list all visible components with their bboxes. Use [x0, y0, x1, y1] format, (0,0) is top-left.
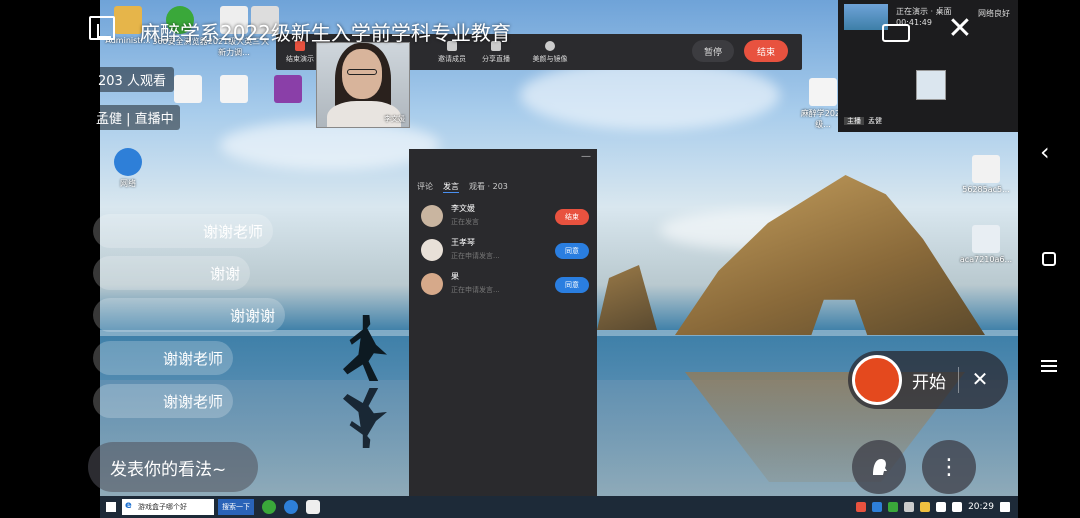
taskbar-app-icon[interactable] [284, 500, 298, 514]
taskbar-search-button[interactable]: 搜索一下 [218, 499, 254, 515]
danmaku-item: 谢谢 [93, 256, 250, 290]
pause-button[interactable]: 暂停 [692, 40, 734, 62]
avatar [421, 239, 443, 261]
mic-head-icon[interactable] [852, 440, 906, 494]
runner-silhouette [343, 315, 387, 381]
mini-host-tag: 主播 孟健 [844, 116, 882, 126]
tray-icon[interactable] [904, 502, 915, 512]
tab-comments[interactable]: 评论 [417, 181, 433, 193]
danmaku-item: 谢谢老师 [93, 341, 233, 375]
desktop-icon-image-1[interactable]: 56285ac5... [958, 155, 1014, 194]
mini-screen-preview[interactable]: 正在演示 · 桌面 00:41:49 网络良好 主播 孟健 [838, 0, 1018, 132]
avatar [421, 205, 443, 227]
record-close-icon[interactable]: ✕ [966, 363, 994, 395]
small-rock [597, 265, 657, 330]
desktop-icon-doc-3[interactable] [206, 75, 262, 105]
tray-icon[interactable] [856, 502, 867, 512]
system-tray: 20:29 [856, 502, 1018, 512]
arch-rock [675, 175, 985, 335]
record-label[interactable]: 开始 [912, 368, 946, 393]
windows-taskbar: 游戏盒子哪个好 搜索一下 20:29 [100, 496, 1018, 518]
viewer-count: 203 人观看 [90, 67, 174, 92]
live-title: 麻醉学系2022级新生入学前学科专业教育 [140, 21, 511, 45]
tab-speak[interactable]: 发言 [443, 181, 459, 193]
windows-start-icon[interactable] [100, 496, 122, 518]
android-nav-bar: ‹ [1018, 0, 1080, 518]
record-control: 开始 ✕ [848, 351, 1008, 409]
host-status: 孟健 | 直播中 [90, 105, 180, 130]
webcam-name: 李文媛 [384, 115, 405, 123]
desktop-icon-image-2[interactable]: aca7210a6... [958, 225, 1014, 264]
notification-icon[interactable] [1000, 502, 1010, 512]
volume-icon[interactable] [952, 502, 963, 512]
panel-minimize-icon[interactable]: — [581, 151, 591, 162]
home-icon[interactable] [1042, 252, 1056, 266]
member-panel: — 评论 发言 观看 · 203 李文媛 正在发言 结束 王孝琴 正在申请发言.… [409, 149, 597, 518]
more-options-icon[interactable]: ⋮ [922, 440, 976, 494]
tray-icon[interactable] [888, 502, 899, 512]
panel-tabs: 评论 发言 观看 · 203 [417, 181, 508, 193]
sparkle-icon [545, 41, 555, 51]
danmaku-item: 谢谢老师 [93, 214, 273, 248]
tray-icon[interactable] [920, 502, 931, 512]
wifi-icon[interactable] [936, 502, 947, 512]
tray-icon[interactable] [872, 502, 883, 512]
approve-button[interactable]: 同意 [555, 277, 589, 293]
close-icon[interactable]: ✕ [945, 14, 975, 44]
mini-image-icon [916, 70, 946, 100]
left-letterbox [0, 0, 100, 518]
taskbar-app-icon[interactable] [306, 500, 320, 514]
menu-icon[interactable] [1041, 360, 1057, 372]
member-row: 李文媛 正在发言 结束 [419, 201, 589, 231]
member-row: 王孝琴 正在申请发言... 同意 [419, 235, 589, 265]
approve-button[interactable]: 同意 [555, 243, 589, 259]
danmaku-item: 谢谢老师 [93, 384, 233, 418]
danmaku-item: 谢谢谢 [93, 298, 285, 332]
cast-icon[interactable] [882, 24, 910, 42]
presenter-webcam: 李文媛 [316, 42, 410, 128]
taskbar-clock: 20:29 [968, 502, 994, 512]
back-icon[interactable]: ‹ [1040, 138, 1050, 166]
avatar [421, 273, 443, 295]
end-speak-button[interactable]: 结束 [555, 209, 589, 225]
end-button[interactable]: 结束 [744, 40, 788, 62]
desktop-icon-network[interactable]: 网络 [100, 148, 156, 189]
live-stream-screen: Administr... 360安全浏览器 2021级大英三新力调... 大 网… [0, 0, 1080, 518]
desktop-icon-winrar[interactable] [260, 75, 316, 105]
record-button[interactable] [852, 355, 902, 405]
beauty-mirror-button[interactable]: 美颜与镜像 [526, 41, 574, 64]
tab-viewers[interactable]: 观看 · 203 [469, 181, 508, 193]
comment-input[interactable]: 发表你的看法~ [88, 442, 258, 492]
taskbar-search-box[interactable]: 游戏盒子哪个好 [122, 499, 214, 515]
minimize-window-icon[interactable] [89, 16, 115, 40]
taskbar-app-icon[interactable] [262, 500, 276, 514]
member-row: 果 正在申请发言... 同意 [419, 269, 589, 299]
